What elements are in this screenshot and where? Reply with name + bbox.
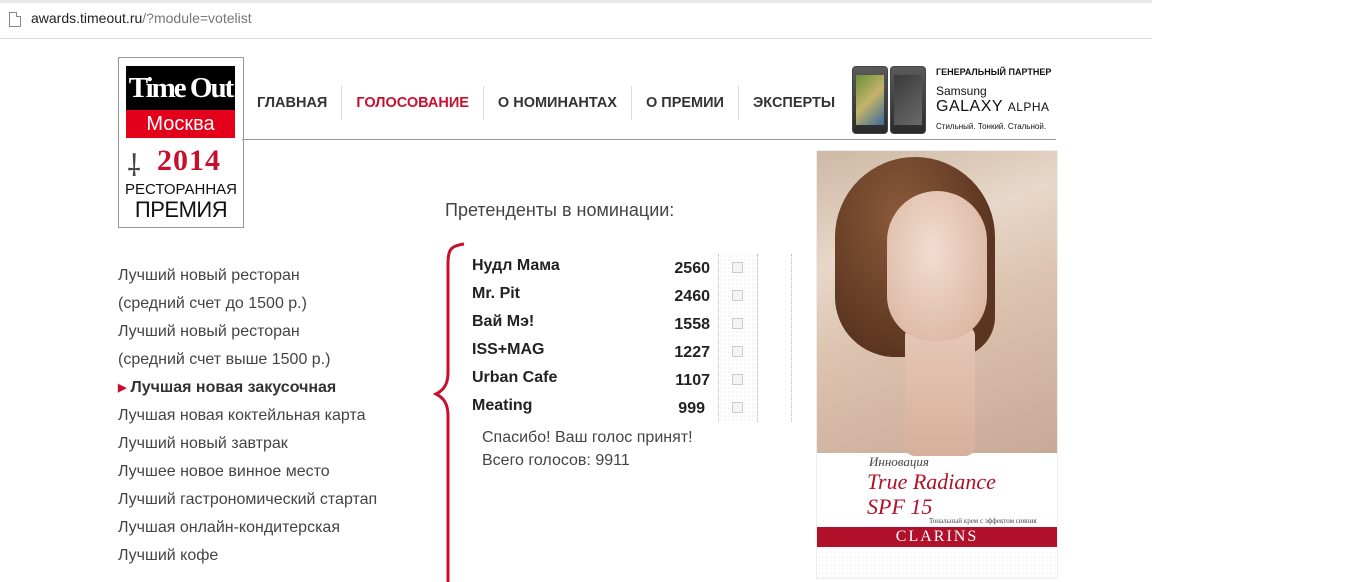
- nav-home[interactable]: ГЛАВНАЯ: [243, 86, 341, 120]
- partner-model-sub: ALPHA: [1007, 100, 1050, 114]
- contenders-title: Претенденты в номинации:: [445, 200, 675, 220]
- vote-count: 1227: [674, 344, 710, 361]
- category-item[interactable]: (средний счет выше 1500 р.): [118, 346, 418, 374]
- phone-back-image: [890, 66, 926, 134]
- clarins-ad-banner[interactable]: Инновация True Radiance SPF 15 Тональный…: [816, 150, 1058, 579]
- vote-checkbox[interactable]: [732, 346, 743, 357]
- vote-checkbox[interactable]: [732, 262, 743, 273]
- logo-award: ПРЕМИЯ: [134, 197, 228, 222]
- vote-count: 2560: [674, 260, 710, 277]
- vote-count: 999: [678, 400, 705, 417]
- fork-knife-icon: ⸸: [127, 150, 142, 183]
- category-item[interactable]: Лучший гастрономический стартап: [118, 486, 418, 514]
- nav-about[interactable]: О ПРЕМИИ: [630, 86, 738, 120]
- table-row: Нудл Мама 2560: [472, 254, 792, 282]
- vote-checkbox[interactable]: [732, 290, 743, 301]
- partner-model-main: GALAXY: [936, 98, 1003, 115]
- contender-name: Mr. Pit: [472, 285, 521, 302]
- url-path: /?module=votelist: [142, 10, 252, 26]
- phone-front-image: [852, 66, 888, 134]
- ad-product-spf: SPF 15: [867, 494, 933, 519]
- nomination-list: Лучший новый ресторан (средний счет до 1…: [118, 262, 418, 570]
- general-partner-banner[interactable]: ГЕНЕРАЛЬНЫЙ ПАРТНЕР Samsung GALAXY ALPHA…: [850, 60, 1058, 138]
- category-item[interactable]: Лучший новый ресторан: [118, 262, 418, 290]
- table-row: Urban Cafe 1107: [472, 366, 792, 394]
- category-item[interactable]: Лучшая новая коктейльная карта: [118, 402, 418, 430]
- category-item[interactable]: Лучший кофе: [118, 542, 418, 570]
- vote-count: 1107: [675, 372, 710, 389]
- partner-brand: Samsung: [936, 84, 987, 98]
- logo-timeout: Time Out: [126, 66, 235, 110]
- vote-checkbox[interactable]: [732, 374, 743, 385]
- ad-neck-shape: [905, 326, 975, 456]
- ad-face-shape: [887, 191, 987, 341]
- table-row: Вай Мэ! 1558: [472, 310, 792, 338]
- contender-name: Urban Cafe: [472, 369, 558, 386]
- vote-count: 1558: [674, 316, 710, 333]
- thanks-message: Спасибо! Ваш голос принят!: [482, 429, 693, 446]
- header-divider: [242, 139, 1056, 140]
- ad-background-pattern: [817, 547, 1057, 578]
- category-item-active[interactable]: ▶ Лучшая новая закусочная: [118, 374, 418, 402]
- table-row: Meating 999: [472, 394, 792, 422]
- table-row: ISS+MAG 1227: [472, 338, 792, 366]
- ad-subtitle: Тональный крем с эффектом сияния: [929, 517, 1037, 525]
- category-item[interactable]: Лучшая онлайн-кондитерская: [118, 514, 418, 542]
- logo-city: Москва: [126, 110, 235, 138]
- table-row: Mr. Pit 2460: [472, 282, 792, 310]
- logo-restaurant: РЕСТОРАННАЯ: [124, 181, 237, 198]
- page-icon: [9, 12, 21, 27]
- partner-title: ГЕНЕРАЛЬНЫЙ ПАРТНЕР: [936, 67, 1052, 77]
- contender-name: ISS+MAG: [472, 341, 545, 358]
- total-votes: Всего голосов: 9911: [482, 452, 630, 469]
- address-bar[interactable]: awards.timeout.ru/?module=votelist: [0, 0, 1152, 39]
- ad-model-photo: [817, 151, 1057, 456]
- logo-year: 2014: [157, 144, 221, 177]
- ad-product-name: True Radiance: [867, 469, 996, 494]
- nav-nominees[interactable]: О НОМИНАНТАХ: [482, 86, 631, 120]
- partner-model: GALAXY ALPHA: [936, 98, 1050, 116]
- vote-checkbox[interactable]: [732, 318, 743, 329]
- url-domain: awards.timeout.ru: [31, 10, 143, 26]
- vote-checkbox[interactable]: [732, 402, 743, 413]
- tab-strip-edge: [0, 0, 1152, 3]
- category-item[interactable]: Лучший новый завтрак: [118, 430, 418, 458]
- vote-count: 2460: [674, 288, 710, 305]
- curly-brace-decoration: [432, 242, 465, 582]
- category-item[interactable]: Лучшее новое винное место: [118, 458, 418, 486]
- nav-experts[interactable]: ЭКСПЕРТЫ: [737, 86, 849, 120]
- contender-name: Meating: [472, 397, 533, 414]
- category-label: Лучшая новая закусочная: [130, 379, 337, 396]
- category-item[interactable]: (средний счет до 1500 р.): [118, 290, 418, 318]
- contender-name: Вай Мэ!: [472, 313, 535, 330]
- partner-tagline: Стильный. Тонкий. Стальной.: [936, 122, 1047, 131]
- browser-blank-area: [1152, 0, 1360, 577]
- contender-name: Нудл Мама: [472, 257, 560, 274]
- category-item[interactable]: Лучший новый ресторан: [118, 318, 418, 346]
- vote-confirmation: Спасибо! Ваш голос принят! Всего голосов…: [482, 426, 693, 472]
- contenders-table: Нудл Мама 2560 Mr. Pit 2460 Вай Мэ! 1558…: [472, 254, 792, 422]
- nav-voting[interactable]: ГОЛОСОВАНИЕ: [341, 86, 483, 120]
- ad-innovation: Инновация: [869, 454, 929, 469]
- site-logo[interactable]: Time Out Москва ⸸ 2014 РЕСТОРАННАЯ ПРЕМИ…: [118, 57, 244, 228]
- triangle-right-icon: ▶: [118, 382, 127, 394]
- main-nav: ГЛАВНАЯ ГОЛОСОВАНИЕ О НОМИНАНТАХ О ПРЕМИ…: [243, 86, 849, 120]
- ad-brand-bar: CLARINS: [817, 527, 1057, 547]
- url-text[interactable]: awards.timeout.ru/?module=votelist: [31, 10, 252, 26]
